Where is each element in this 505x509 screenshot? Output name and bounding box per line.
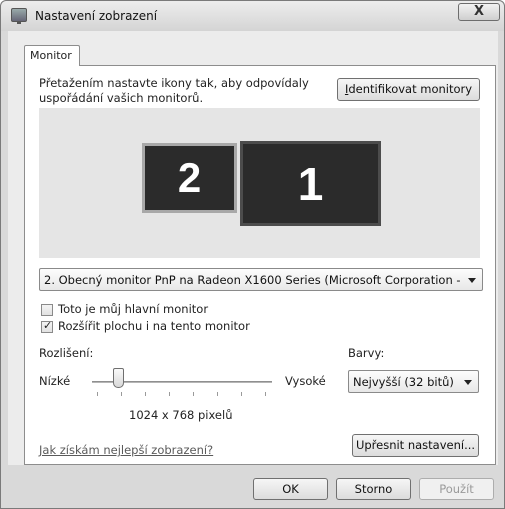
slider-tick <box>241 392 242 396</box>
monitor-1[interactable]: 1 <box>240 141 381 226</box>
identify-monitors-label: dentifikovat monitory <box>348 82 473 96</box>
cancel-button[interactable]: Storno <box>336 478 411 500</box>
slider-tick <box>193 392 194 396</box>
ok-button[interactable]: OK <box>253 478 328 500</box>
advanced-settings-button[interactable]: Upřesnit nastavení... <box>352 434 479 457</box>
slider-tick <box>145 392 146 396</box>
chevron-down-icon <box>468 278 476 283</box>
window-title: Nastavení zobrazení <box>35 9 158 23</box>
monitor-select[interactable]: 2. Obecný monitor PnP na Radeon X1600 Se… <box>39 268 483 291</box>
monitor-2[interactable]: 2 <box>142 143 237 213</box>
resolution-value: 1024 x 768 pixelů <box>129 408 233 422</box>
slider-tick <box>97 392 98 396</box>
monitor-select-value: 2. Obecný monitor PnP na Radeon X1600 Se… <box>44 273 464 287</box>
close-button[interactable]: X <box>458 3 500 21</box>
resolution-label: Rozlišení: <box>39 346 94 360</box>
identify-monitors-button[interactable]: Identifikovat monitory <box>337 78 480 101</box>
tab-monitor[interactable]: Monitor <box>24 45 80 66</box>
resolution-high-label: Vysoké <box>285 374 326 388</box>
resolution-slider-thumb[interactable] <box>113 368 124 388</box>
extend-desktop-label[interactable]: Rozšířit plochu i na tento monitor <box>58 319 250 333</box>
primary-monitor-checkbox[interactable] <box>41 304 53 316</box>
slider-tick <box>217 392 218 396</box>
title-bar[interactable]: Nastavení zobrazení X <box>1 1 504 31</box>
colors-label: Barvy: <box>348 346 385 360</box>
resolution-low-label: Nízké <box>39 374 71 388</box>
slider-tick <box>265 392 266 396</box>
slider-tick <box>121 392 122 396</box>
instructions-text: Přetažením nastavte ikony tak, aby odpov… <box>39 76 309 105</box>
apply-button[interactable]: Použít <box>419 478 494 500</box>
display-settings-icon <box>11 8 27 24</box>
colors-select-value: Nejvyšší (32 bitů) <box>353 375 454 389</box>
primary-monitor-label[interactable]: Toto je můj hlavní monitor <box>58 302 208 316</box>
colors-select[interactable]: Nejvyšší (32 bitů) <box>348 370 479 393</box>
slider-tick <box>169 392 170 396</box>
extend-desktop-checkbox[interactable] <box>41 319 53 333</box>
best-display-help-link[interactable]: Jak získám nejlepší zobrazení? <box>39 443 213 457</box>
chevron-down-icon <box>464 380 472 385</box>
